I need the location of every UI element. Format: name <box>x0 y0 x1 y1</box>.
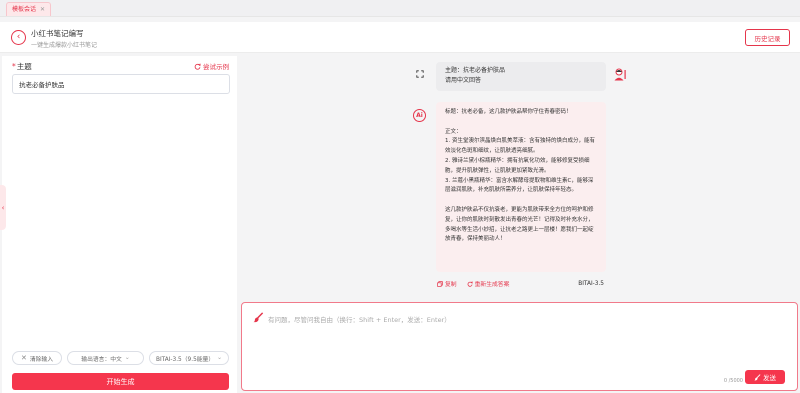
clear-input-label: 清除输入 <box>29 356 54 363</box>
tab-bar: 模板会话 ✕ <box>0 0 800 17</box>
message-actions: 复制 重新生成答案 BITAI-3.5 <box>437 279 604 288</box>
ai-message-item: 3. 兰蔻小黑瓶精华：富含水解酵母提取物和维生素C，能够深层滋润肌肤，补充肌肤所… <box>445 177 594 194</box>
send-label: 发送 <box>763 374 776 382</box>
start-generate-button[interactable]: 开始生成 <box>12 373 229 390</box>
brush-icon <box>253 312 264 323</box>
send-button[interactable]: 发送 <box>745 370 785 384</box>
message-input[interactable]: 有问题，尽管问我自由（换行：Shift + Enter，发送：Enter） <box>268 314 451 324</box>
back-button[interactable]: ‹ <box>11 30 26 45</box>
user-message-bubble: 主题：抗老必备护肤品 请用中文回答 <box>436 62 606 91</box>
user-message-line: 主题：抗老必备护肤品 <box>445 67 506 74</box>
model-select-label: BITAI-3.5（9.5能量） <box>155 356 215 363</box>
input-panel: *主题 尝试示例 抗老必备护肤品 <box>2 56 237 393</box>
control-row: ✕ 清除输入 输出语言：中文 ⌄ BITAI-3.5（9.5能量） ⌄ <box>12 351 229 365</box>
try-example-label: 尝试示例 <box>203 63 229 71</box>
ai-message-item: 1. 资生堂澳尔滨晶焕白肌美萃液：含有独特的焕白成分，能有效淡化色斑和细纹，让肌… <box>445 138 595 155</box>
try-example-button[interactable]: 尝试示例 <box>194 61 229 71</box>
close-icon: ✕ <box>20 354 27 362</box>
copy-label: 复制 <box>445 282 457 288</box>
topic-label: *主题 <box>12 61 32 72</box>
output-language-select[interactable]: 输出语言：中文 ⌄ <box>67 351 144 365</box>
ai-message-item: 2. 雅诗兰黛小棕瓶精华：拥有抗氧化功效，能够修复受损细胞，提升肌肤弹性，让肌肤… <box>445 157 590 174</box>
chevron-down-icon: ⌄ <box>217 355 223 361</box>
page-title: 小红书笔记编写 <box>31 29 84 38</box>
regenerate-button[interactable]: 重新生成答案 <box>467 279 510 288</box>
chevron-left-icon: ‹ <box>16 32 21 42</box>
ai-message-body-label: 正文： <box>445 128 462 135</box>
page-header: ‹ 小红书笔记编写 一键生成爆款小红书笔记 历史记录 <box>0 22 800 53</box>
refresh-icon <box>194 63 201 70</box>
brush-icon <box>754 373 761 380</box>
history-button[interactable]: 历史记录 <box>745 29 790 46</box>
ai-message-closing: 这几款护肤品不仅抗衰老，更能为肌肤带来全方位的呵护和修复，让你的肌肤时刻散发出青… <box>445 206 594 243</box>
topic-label-text: 主题 <box>16 62 32 71</box>
user-message-line: 请用中文回答 <box>445 77 482 84</box>
tab-label: 模板会话 <box>12 6 37 13</box>
char-counter: 0 /5000 <box>723 378 743 384</box>
fullscreen-icon[interactable] <box>416 70 424 78</box>
close-icon[interactable]: ✕ <box>40 3 45 16</box>
clear-input-button[interactable]: ✕ 清除输入 <box>12 351 62 365</box>
topic-input[interactable]: 抗老必备护肤品 <box>12 74 230 94</box>
chevron-left-icon: ‹ <box>1 203 5 212</box>
user-avatar-icon <box>614 68 626 81</box>
page-subtitle: 一键生成爆款小红书笔记 <box>31 42 98 49</box>
message-composer[interactable]: 有问题，尽管问我自由（换行：Shift + Enter，发送：Enter） 0 … <box>241 302 798 391</box>
model-select[interactable]: BITAI-3.5（9.5能量） ⌄ <box>149 351 229 365</box>
ai-message-bubble: 标题：抗老必备，这几款护肤品帮你守住青春密码！ 正文： 1. 资生堂澳尔滨晶焕白… <box>436 102 606 272</box>
chevron-down-icon: ⌄ <box>124 355 130 361</box>
output-language-label: 输出语言：中文 <box>81 356 122 363</box>
required-mark: * <box>12 62 16 71</box>
copy-button[interactable]: 复制 <box>437 279 457 288</box>
ai-message-title: 标题：抗老必备，这几款护肤品帮你守住青春密码！ <box>445 109 572 115</box>
ai-avatar: Ai <box>413 109 426 122</box>
tab-template-session[interactable]: 模板会话 ✕ <box>6 2 52 16</box>
refresh-icon <box>467 281 473 287</box>
model-tag: BITAI-3.5 <box>578 280 604 287</box>
regenerate-label: 重新生成答案 <box>474 282 510 288</box>
collapse-panel-handle[interactable]: ‹ <box>0 185 6 230</box>
copy-icon <box>437 280 443 287</box>
